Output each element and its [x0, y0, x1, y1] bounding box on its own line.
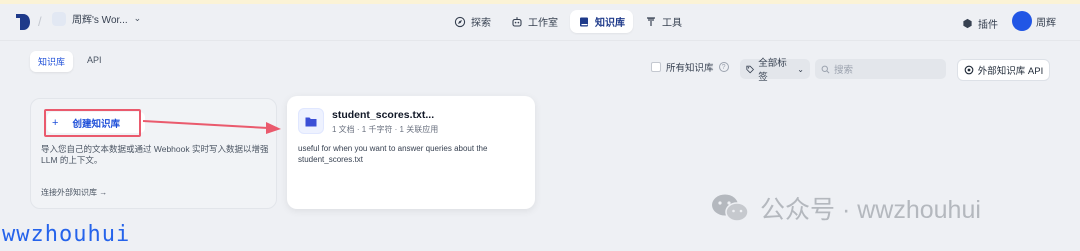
- bottom-watermark: wwzhouhui: [2, 222, 131, 247]
- wechat-watermark-text: 公众号 · wwzhouhui: [760, 196, 981, 224]
- wechat-icon: [712, 194, 749, 222]
- wechat-watermark: 公众号 · wwzhouhui: [710, 190, 981, 226]
